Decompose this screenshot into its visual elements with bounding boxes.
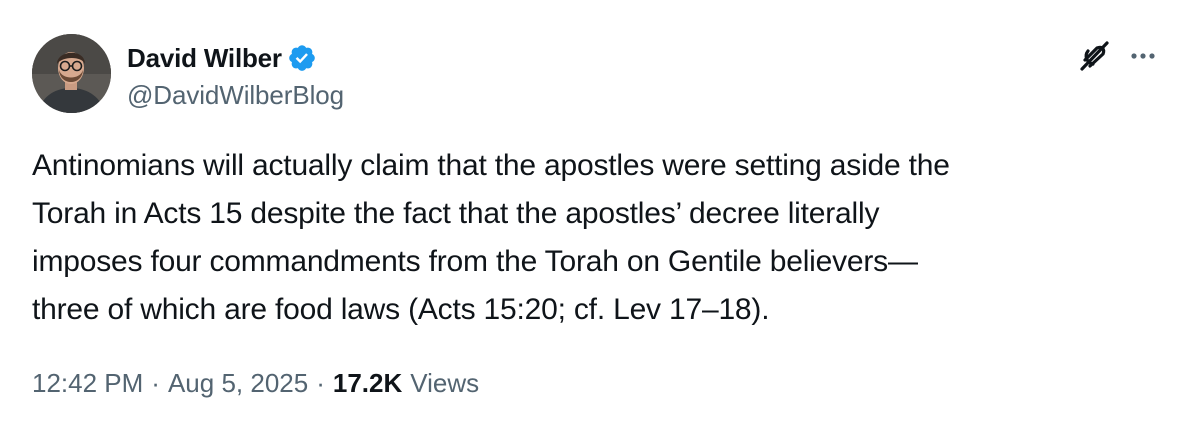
tweet-time[interactable]: 12:42 PM xyxy=(32,368,143,399)
author-display-name[interactable]: David Wilber xyxy=(127,43,282,74)
tweet-header: David Wilber @DavidWilberBlog xyxy=(32,34,344,113)
tweet-metadata: 12:42 PM · Aug 5, 2025 · 17.2K Views xyxy=(32,368,479,399)
views-label: Views xyxy=(410,368,480,398)
grok-icon[interactable] xyxy=(1076,38,1112,74)
author-info: David Wilber @DavidWilberBlog xyxy=(127,40,344,111)
tweet-top-actions xyxy=(1076,38,1158,74)
meta-separator: · xyxy=(316,368,325,398)
author-handle[interactable]: @DavidWilberBlog xyxy=(127,80,344,111)
avatar-photo xyxy=(32,34,111,113)
tweet-card: David Wilber @DavidWilberBlog Antinomian… xyxy=(0,0,1190,440)
avatar[interactable] xyxy=(32,34,111,113)
verified-badge-icon[interactable] xyxy=(287,43,317,73)
tweet-text: Antinomians will actually claim that the… xyxy=(32,149,950,326)
tweet-date[interactable]: Aug 5, 2025 xyxy=(168,368,308,399)
name-row: David Wilber xyxy=(127,40,344,76)
more-options-icon[interactable] xyxy=(1128,41,1158,71)
meta-separator: · xyxy=(151,368,160,398)
views-count: 17.2K xyxy=(332,368,403,398)
